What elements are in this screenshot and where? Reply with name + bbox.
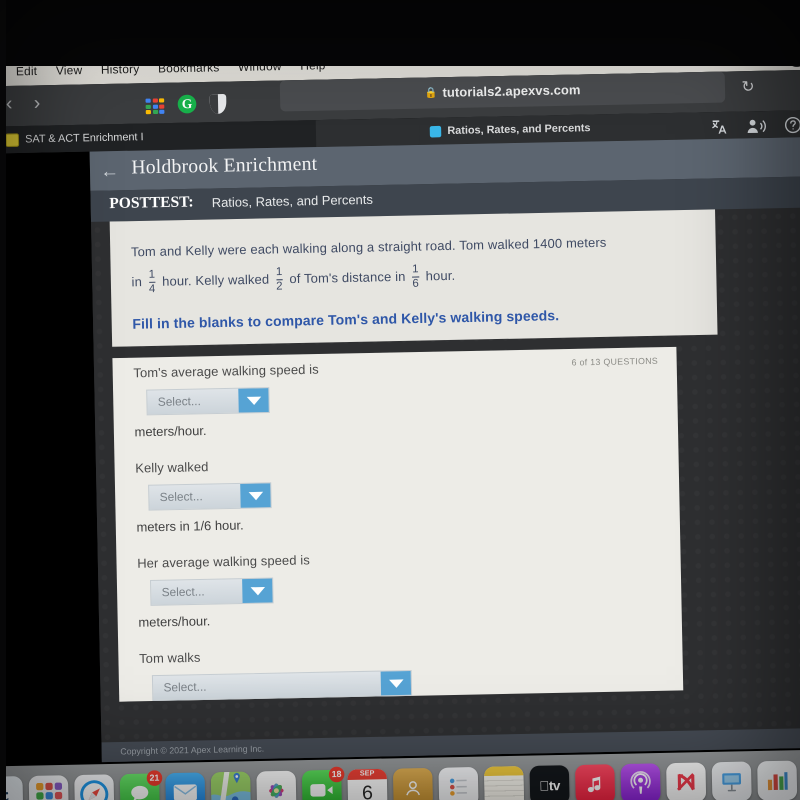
app-header-tools (711, 114, 800, 137)
select-dropdown-4[interactable]: Select... (151, 669, 413, 702)
tab-label: Ratios, Rates, and Percents (447, 121, 591, 138)
menu-item-view[interactable]: View (56, 64, 83, 77)
dock-item-safari[interactable] (74, 774, 115, 800)
fraction-numerator: 1 (275, 265, 283, 278)
select-dropdown-2-value: Select... (159, 490, 203, 504)
web-page: ← Holdbrook Enrichment POSTTEST: Ratios,… (89, 116, 800, 763)
screen-bezel-top (0, 0, 800, 66)
dock-item-appletv[interactable]: tv (529, 765, 570, 800)
translate-icon[interactable] (711, 118, 729, 136)
select-dropdown-3[interactable]: Select... (149, 577, 274, 606)
select-dropdown-2[interactable]: Select... (148, 482, 272, 511)
lock-icon: 🔒 (424, 87, 438, 99)
question-text: Tom and Kelly were each walking along a … (131, 226, 696, 298)
forward-icon[interactable]: › (34, 93, 41, 116)
dock-item-notes[interactable] (483, 766, 525, 800)
question-counter: 6 of 13 QUESTIONS (571, 355, 659, 368)
dock-item-podcasts[interactable] (620, 763, 661, 800)
fraction-numerator: 1 (412, 262, 419, 276)
appletv-label: tv (539, 777, 560, 794)
answer-card: 6 of 13 QUESTIONS Tom's average walking … (112, 346, 684, 702)
page-title: Holdbrook Enrichment (131, 153, 318, 179)
chevron-down-icon[interactable] (380, 671, 412, 696)
tab-favicon-icon (5, 132, 20, 147)
menu-item-edit[interactable]: Edit (16, 65, 38, 78)
dock-item-numbers[interactable] (757, 760, 798, 800)
question-line-2-a: in (131, 275, 143, 290)
notes-lines (484, 775, 525, 800)
google-apps-grid-icon[interactable] (145, 98, 167, 115)
read-aloud-icon[interactable] (746, 117, 766, 135)
shield-extension-icon[interactable] (209, 93, 227, 114)
question-card: Tom and Kelly were each walking along a … (109, 209, 718, 347)
tab-label: SAT & ACT Enrichment I (25, 130, 144, 146)
chevron-down-icon[interactable] (240, 483, 271, 508)
screen-bezel-left (0, 0, 6, 800)
fraction-one-fourth: 1 4 (148, 267, 156, 295)
fraction-denominator: 2 (276, 278, 283, 293)
select-dropdown-1-value: Select... (157, 395, 201, 409)
copyright-text: Copyright © 2021 Apex Learning Inc. (120, 743, 265, 757)
fraction-denominator: 4 (148, 281, 156, 295)
question-line-2-d: hour. (425, 268, 456, 284)
blank-row-2: Select... (148, 475, 659, 511)
fraction-numerator: 1 (148, 267, 156, 281)
notification-badge: 18 (328, 766, 345, 783)
dock-item-news[interactable] (666, 762, 707, 800)
laptop-photo-screen: File Edit View History Bookmarks Window … (0, 0, 800, 800)
fraction-denominator: 6 (412, 275, 420, 290)
url-text: tutorials2.apexvs.com (442, 82, 581, 100)
dock-item-music[interactable] (575, 764, 616, 800)
help-circle-icon[interactable] (784, 116, 800, 135)
calendar-month-label: SEP (347, 768, 387, 780)
tab-favicon-icon (429, 125, 442, 137)
select-dropdown-1[interactable]: Select... (146, 387, 270, 416)
question-line-2-c: of Tom's distance in (289, 269, 406, 287)
dock-item-launchpad[interactable] (28, 775, 69, 800)
select-dropdown-4-value: Select... (163, 680, 207, 695)
chevron-down-icon[interactable] (238, 388, 269, 413)
dock-item-calendar[interactable]: SEP 6 (347, 768, 388, 800)
dock-item-mail[interactable] (165, 772, 206, 800)
blank-row-3: Select... (149, 570, 661, 606)
posttest-label: POSTTEST: (109, 193, 194, 213)
grammarly-icon[interactable]: G (177, 94, 197, 114)
question-line-1: Tom and Kelly were each walking along a … (130, 235, 607, 260)
dock-item-photos[interactable] (256, 770, 297, 800)
dock-item-reminders[interactable] (438, 766, 479, 800)
chevron-down-icon[interactable] (242, 578, 273, 603)
dock-item-facetime[interactable]: 18 (301, 766, 345, 800)
dock-item-messages[interactable]: 21 (119, 770, 163, 800)
dock-item-maps[interactable] (210, 771, 251, 800)
instruction-text: Fill in the blanks to compare Tom's and … (132, 307, 560, 332)
fraction-one-sixth: 1 6 (412, 262, 420, 290)
posttest-topic: Ratios, Rates, and Percents (211, 192, 373, 211)
fraction-one-half: 1 2 (275, 265, 283, 293)
dock-item-keynote[interactable] (711, 761, 752, 800)
back-arrow-icon[interactable]: ← (100, 160, 119, 181)
dock-item-contacts[interactable] (392, 767, 434, 800)
notification-badge: 21 (146, 770, 163, 787)
calendar-day-label: 6 (361, 782, 374, 800)
select-dropdown-3-value: Select... (161, 585, 205, 599)
reload-icon[interactable]: ↻ (741, 77, 754, 96)
blank-row-1: Select... (146, 379, 657, 416)
back-icon[interactable]: ‹ (6, 93, 13, 116)
question-line-2-b: hour. Kelly walked (162, 272, 270, 290)
